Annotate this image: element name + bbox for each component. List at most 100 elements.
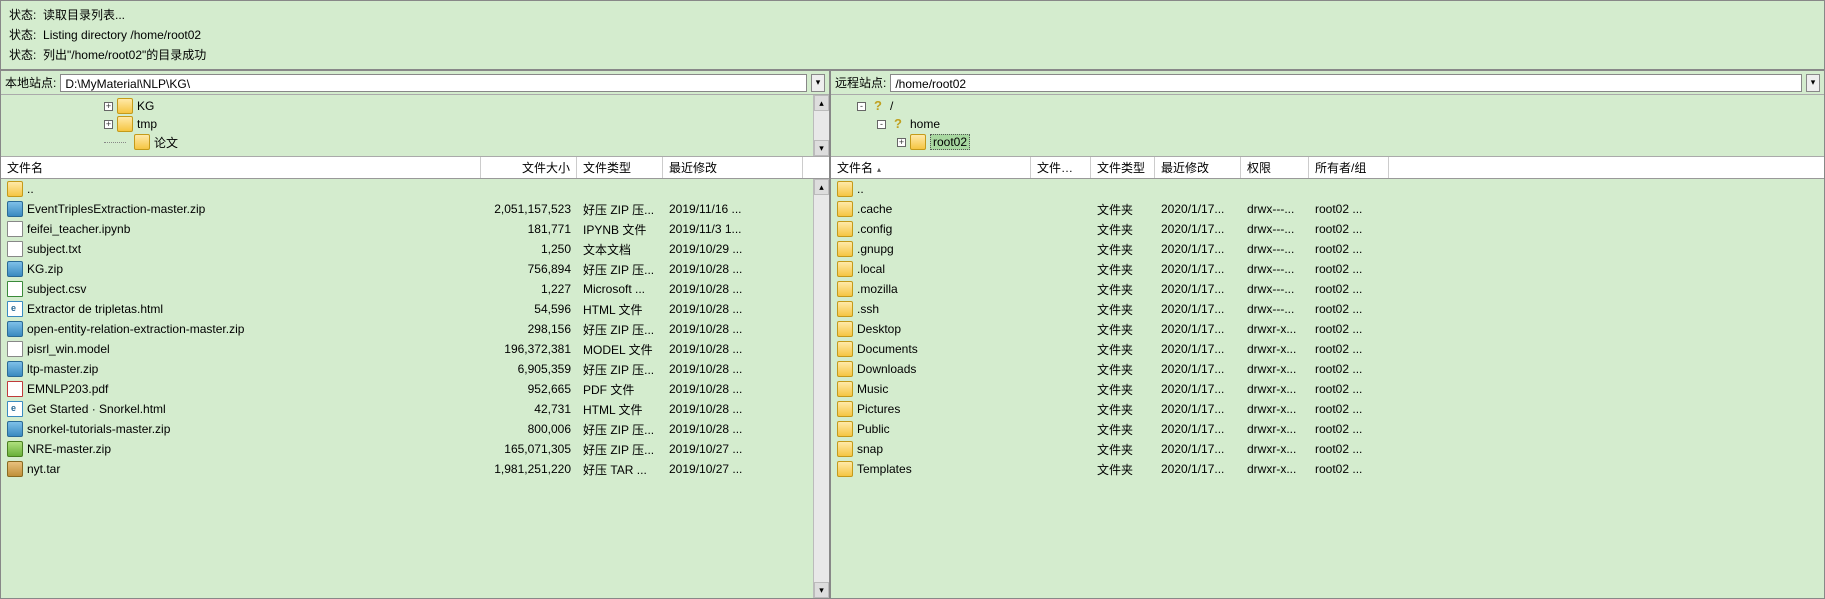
list-scrollbar[interactable]: ▴ ▾ (813, 179, 829, 598)
file-owner: root02 ... (1309, 241, 1389, 257)
model-icon (7, 341, 23, 357)
table-row[interactable]: snap文件夹2020/1/17...drwxr-x...root02 ... (831, 439, 1824, 459)
scroll-up-icon[interactable]: ▴ (814, 95, 829, 111)
file-modified: 2019/10/28 ... (663, 301, 803, 317)
expander-icon[interactable]: - (877, 120, 886, 129)
col-size[interactable]: 文件大小 (1031, 157, 1091, 178)
col-modified[interactable]: 最近修改 (663, 157, 803, 178)
table-row[interactable]: ltp-master.zip6,905,359好压 ZIP 压...2019/1… (1, 359, 813, 379)
file-type: Microsoft ... (577, 281, 663, 297)
status-label: 状态: (9, 45, 36, 65)
table-row[interactable]: subject.csv1,227Microsoft ...2019/10/28 … (1, 279, 813, 299)
folder-icon (837, 201, 853, 217)
col-modified[interactable]: 最近修改 (1155, 157, 1241, 178)
file-modified: 2020/1/17... (1155, 221, 1241, 237)
col-name[interactable]: 文件名 (1, 157, 481, 178)
table-row[interactable]: pisrl_win.model196,372,381MODEL 文件2019/1… (1, 339, 813, 359)
scroll-up-icon[interactable]: ▴ (814, 179, 829, 195)
tree-item[interactable]: -?/ (839, 97, 1824, 115)
table-row[interactable]: Pictures文件夹2020/1/17...drwxr-x...root02 … (831, 399, 1824, 419)
file-modified: 2020/1/17... (1155, 321, 1241, 337)
zip-icon (7, 321, 23, 337)
table-row[interactable]: Extractor de tripletas.html54,596HTML 文件… (1, 299, 813, 319)
table-row[interactable]: NRE-master.zip165,071,305好压 ZIP 压...2019… (1, 439, 813, 459)
folder-icon (837, 321, 853, 337)
file-owner: root02 ... (1309, 441, 1389, 457)
scroll-down-icon[interactable]: ▾ (814, 582, 829, 598)
scroll-down-icon[interactable]: ▾ (814, 140, 829, 156)
expander-icon[interactable]: + (104, 102, 113, 111)
tree-label: KG (137, 99, 154, 113)
file-owner: root02 ... (1309, 341, 1389, 357)
expander-icon[interactable]: - (857, 102, 866, 111)
col-size[interactable]: 文件大小 (481, 157, 577, 178)
table-row[interactable]: Public文件夹2020/1/17...drwxr-x...root02 ..… (831, 419, 1824, 439)
file-name: Desktop (857, 322, 901, 336)
folder-icon (837, 361, 853, 377)
remote-path-input[interactable]: /home/root02 (890, 74, 1802, 92)
file-modified: 2020/1/17... (1155, 361, 1241, 377)
col-owner[interactable]: 所有者/组 (1309, 157, 1389, 178)
table-row[interactable]: .cache文件夹2020/1/17...drwx---...root02 ..… (831, 199, 1824, 219)
tree-item[interactable]: +root02 (839, 133, 1824, 151)
file-type: 文件夹 (1091, 340, 1155, 359)
table-row[interactable]: Get Started · Snorkel.html42,731HTML 文件2… (1, 399, 813, 419)
tree-item[interactable]: 论文 (9, 133, 813, 151)
folder-icon (837, 401, 853, 417)
tree-item[interactable]: +tmp (9, 115, 813, 133)
file-size: 165,071,305 (481, 441, 577, 457)
col-name[interactable]: 文件名▴ (831, 157, 1031, 178)
table-row[interactable]: KG.zip756,894好压 ZIP 压...2019/10/28 ... (1, 259, 813, 279)
table-row[interactable]: .. (831, 179, 1824, 199)
tree-item[interactable]: + KG (9, 97, 813, 115)
table-row[interactable]: Desktop文件夹2020/1/17...drwxr-x...root02 .… (831, 319, 1824, 339)
col-permissions[interactable]: 权限 (1241, 157, 1309, 178)
file-name: .gnupg (857, 242, 894, 256)
file-size (1031, 208, 1091, 210)
table-row[interactable]: Templates文件夹2020/1/17...drwxr-x...root02… (831, 459, 1824, 479)
table-row[interactable]: Music文件夹2020/1/17...drwxr-x...root02 ... (831, 379, 1824, 399)
file-type: 好压 ZIP 压... (577, 260, 663, 279)
table-row[interactable]: Documents文件夹2020/1/17...drwxr-x...root02… (831, 339, 1824, 359)
expander-icon[interactable]: + (104, 120, 113, 129)
col-type[interactable]: 文件类型 (1091, 157, 1155, 178)
table-row[interactable]: EMNLP203.pdf952,665PDF 文件2019/10/28 ... (1, 379, 813, 399)
table-row[interactable]: .. (1, 179, 813, 199)
col-type[interactable]: 文件类型 (577, 157, 663, 178)
expander-icon[interactable]: + (897, 138, 906, 147)
file-modified: 2020/1/17... (1155, 461, 1241, 477)
file-owner: root02 ... (1309, 461, 1389, 477)
tree-label: home (910, 117, 940, 131)
file-type: 文件夹 (1091, 200, 1155, 219)
file-type: 好压 ZIP 压... (577, 440, 663, 459)
file-name: .ssh (857, 302, 879, 316)
remote-path-dropdown[interactable]: ▾ (1806, 74, 1820, 92)
file-type: 好压 ZIP 压... (577, 320, 663, 339)
table-row[interactable]: .ssh文件夹2020/1/17...drwx---...root02 ... (831, 299, 1824, 319)
table-row[interactable]: open-entity-relation-extraction-master.z… (1, 319, 813, 339)
table-row[interactable]: subject.txt1,250文本文档2019/10/29 ... (1, 239, 813, 259)
table-row[interactable]: snorkel-tutorials-master.zip800,006好压 ZI… (1, 419, 813, 439)
file-name: .mozilla (857, 282, 898, 296)
table-row[interactable]: .local文件夹2020/1/17...drwx---...root02 ..… (831, 259, 1824, 279)
table-row[interactable]: .gnupg文件夹2020/1/17...drwx---...root02 ..… (831, 239, 1824, 259)
local-path-dropdown[interactable]: ▾ (811, 74, 825, 92)
table-row[interactable]: .mozilla文件夹2020/1/17...drwx---...root02 … (831, 279, 1824, 299)
table-row[interactable]: Downloads文件夹2020/1/17...drwxr-x...root02… (831, 359, 1824, 379)
local-path-input[interactable]: D:\MyMaterial\NLP\KG\ (60, 74, 807, 92)
folder-icon (837, 281, 853, 297)
table-row[interactable]: EventTriplesExtraction-master.zip2,051,1… (1, 199, 813, 219)
tree-scrollbar[interactable]: ▴ ▾ (813, 95, 829, 156)
file-name: Templates (857, 462, 912, 476)
file-name: snap (857, 442, 883, 456)
file-modified: 2019/11/16 ... (663, 201, 803, 217)
remote-file-list: 文件名▴ 文件大小 文件类型 最近修改 权限 所有者/组 ...cache文件夹… (831, 157, 1824, 598)
table-row[interactable]: nyt.tar1,981,251,220好压 TAR ...2019/10/27… (1, 459, 813, 479)
tree-item[interactable]: -?home (839, 115, 1824, 133)
file-modified: 2020/1/17... (1155, 201, 1241, 217)
table-row[interactable]: .config文件夹2020/1/17...drwx---...root02 .… (831, 219, 1824, 239)
table-row[interactable]: feifei_teacher.ipynb181,771IPYNB 文件2019/… (1, 219, 813, 239)
file-size: 800,006 (481, 421, 577, 437)
status-msg: Listing directory /home/root02 (43, 28, 201, 42)
file-name: EMNLP203.pdf (27, 382, 108, 396)
